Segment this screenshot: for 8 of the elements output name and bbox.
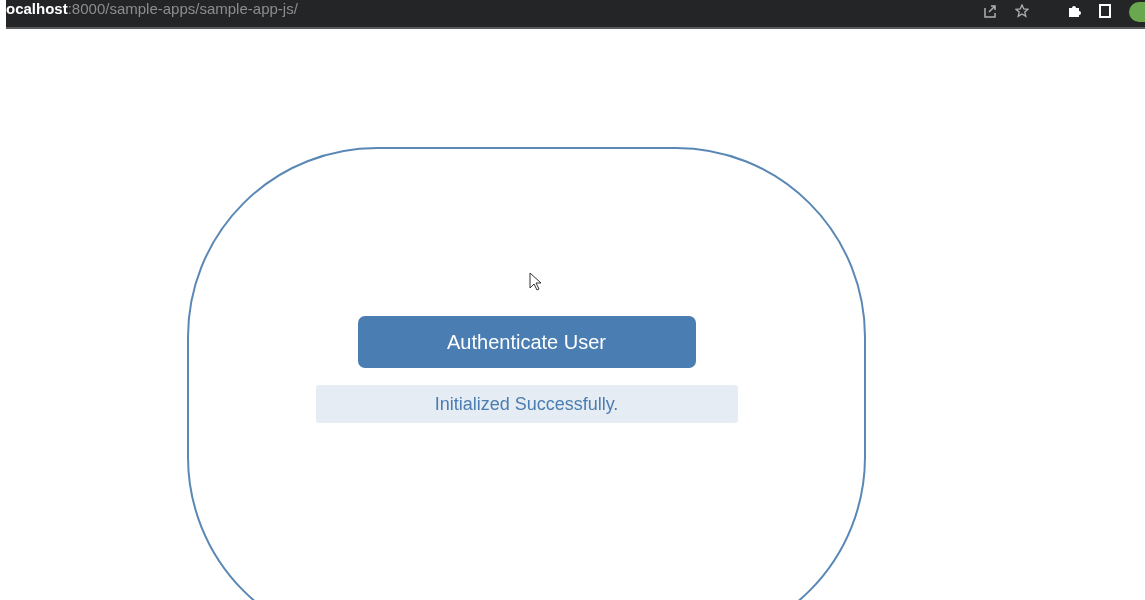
authenticate-button[interactable]: Authenticate User	[357, 316, 696, 368]
star-icon[interactable]	[1015, 3, 1029, 18]
window-icon[interactable]	[1099, 3, 1111, 18]
cursor-icon	[529, 272, 543, 292]
puzzle-icon[interactable]	[1067, 3, 1081, 18]
address-text[interactable]: ocalhost:8000/sample-apps/sample-app-js/	[6, 0, 298, 21]
status-message: Initialized Successfully.	[315, 385, 738, 423]
share-icon[interactable]	[983, 3, 997, 18]
